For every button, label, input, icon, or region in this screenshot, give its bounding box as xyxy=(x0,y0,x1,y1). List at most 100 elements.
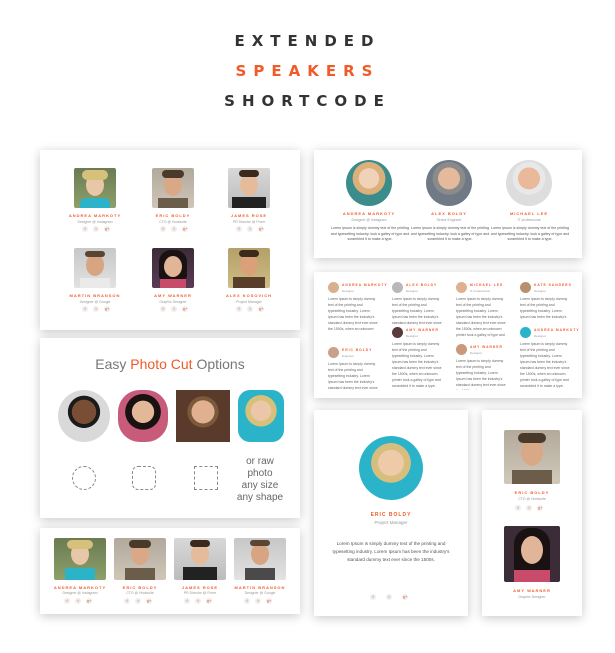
speaker-photo xyxy=(228,248,270,288)
google-plus-icon[interactable]: g+ xyxy=(182,306,188,312)
facebook-icon[interactable]: f xyxy=(184,598,190,604)
facebook-icon[interactable]: f xyxy=(236,306,242,312)
speaker-role: Designer xyxy=(406,289,419,293)
speaker-name: AMY WARNER xyxy=(470,345,503,349)
google-plus-icon[interactable]: g+ xyxy=(266,598,272,604)
speaker-avatar xyxy=(328,347,339,358)
raw-line: any size xyxy=(241,480,279,491)
speaker-bio: Lorem Ipsum is simply dummy text of the … xyxy=(328,297,378,331)
twitter-icon[interactable]: t xyxy=(247,226,253,232)
speaker-photo xyxy=(346,160,392,206)
social-links: f t g+ xyxy=(124,598,152,604)
speaker-name: ANDREA MARKOTY xyxy=(534,328,580,332)
speaker-name: MARTIN BRANSON xyxy=(69,293,121,298)
facebook-icon[interactable]: f xyxy=(160,226,166,232)
cut-circle-photo xyxy=(58,390,110,442)
social-links: f t g+ xyxy=(244,598,272,604)
rounded-square-shape-icon xyxy=(132,466,156,490)
speaker-photo xyxy=(152,248,194,288)
speaker-role: Engineer xyxy=(342,354,355,358)
speaker-bio: Lorem Ipsum is simply dummy text of the … xyxy=(410,226,490,241)
speaker-role: CTO @ Hootsuite xyxy=(159,220,187,224)
twitter-icon[interactable]: t xyxy=(386,594,392,600)
twitter-icon[interactable]: t xyxy=(255,598,261,604)
cut-rounded-photo xyxy=(118,390,168,442)
cut-rounded-square-photo xyxy=(238,390,284,442)
social-links: f t g+ xyxy=(370,594,408,600)
facebook-icon[interactable]: f xyxy=(244,598,250,604)
speaker-role: IT professional xyxy=(470,289,490,293)
google-plus-icon[interactable]: g+ xyxy=(86,598,92,604)
speaker-avatar xyxy=(456,344,467,355)
speaker-bio: Lorem Ipsum is simply dummy text of the … xyxy=(456,297,506,337)
speaker-role: Graphic Designer xyxy=(518,595,546,599)
title-line-3: SHORTCODE xyxy=(224,92,391,110)
speaker-avatar xyxy=(456,282,467,293)
twitter-icon[interactable]: t xyxy=(195,598,201,604)
speaker-name: AMY WARNER xyxy=(406,328,439,332)
speaker-photo xyxy=(228,168,270,208)
google-plus-icon[interactable]: g+ xyxy=(206,598,212,604)
speaker-name: ERIC BOLDY xyxy=(370,512,412,518)
speaker-avatar xyxy=(520,282,531,293)
social-links: f t g+ xyxy=(82,306,110,312)
facebook-icon[interactable]: f xyxy=(64,598,70,604)
speaker-role: Project Manager xyxy=(374,520,408,525)
speaker-role: Designer xyxy=(534,289,547,293)
google-plus-icon[interactable]: g+ xyxy=(537,505,543,511)
speaker-role: Designer xyxy=(534,334,547,338)
speaker-role: Designer xyxy=(470,351,483,355)
facebook-icon[interactable]: f xyxy=(236,226,242,232)
twitter-icon[interactable]: t xyxy=(75,598,81,604)
google-plus-icon[interactable]: g+ xyxy=(146,598,152,604)
speaker-name: JAMES ROSE xyxy=(230,213,268,218)
speaker-bio: Lorem Ipsum is simply dummy text of the … xyxy=(456,359,506,390)
twitter-icon[interactable]: t xyxy=(171,306,177,312)
speaker-name: ALEX KOSOVICH xyxy=(225,293,273,298)
speaker-name: ANDREA MARKOTY xyxy=(342,211,396,216)
speaker-bio: Lorem Ipsum is simply dummy text of the … xyxy=(328,362,378,390)
twitter-icon[interactable]: t xyxy=(247,306,253,312)
google-plus-icon[interactable]: g+ xyxy=(104,226,110,232)
speaker-photo xyxy=(426,160,472,206)
speaker-name: ERIC BOLDY xyxy=(342,348,373,352)
social-links: f t g+ xyxy=(160,306,188,312)
facebook-icon[interactable]: f xyxy=(515,505,521,511)
speaker-role: Designer xyxy=(406,334,419,338)
google-plus-icon[interactable]: g+ xyxy=(182,226,188,232)
twitter-icon[interactable]: t xyxy=(171,226,177,232)
speaker-role: Senior Engineer xyxy=(436,218,462,222)
social-links: f t g+ xyxy=(236,306,264,312)
grid-card: ANDREA MARKOTY Designer @ Instagram f t g+… xyxy=(40,150,300,330)
speaker-name: KATE SANDERS xyxy=(534,283,572,287)
google-plus-icon[interactable]: g+ xyxy=(258,226,264,232)
speaker-photo xyxy=(504,430,560,484)
speaker-photo xyxy=(506,160,552,206)
speaker-role: Designer @ Google xyxy=(79,300,111,304)
speaker-photo xyxy=(152,168,194,208)
title-line-1: EXTENDED xyxy=(234,32,381,50)
speaker-photo xyxy=(504,526,560,582)
twitter-icon[interactable]: t xyxy=(93,226,99,232)
twitter-icon[interactable]: t xyxy=(135,598,141,604)
title-accent: Photo Cut xyxy=(130,356,193,372)
twitter-icon[interactable]: t xyxy=(93,306,99,312)
title-text: Options xyxy=(192,356,245,372)
google-plus-icon[interactable]: g+ xyxy=(104,306,110,312)
google-plus-icon[interactable]: g+ xyxy=(258,306,264,312)
speaker-bio: Lorem Ipsum is simply dummy text of the … xyxy=(490,226,570,241)
circle-shape-icon xyxy=(72,466,96,490)
twitter-icon[interactable]: t xyxy=(526,505,532,511)
facebook-icon[interactable]: f xyxy=(160,306,166,312)
facebook-icon[interactable]: f xyxy=(82,226,88,232)
speaker-name: ANDREA MARKOTY xyxy=(342,283,388,287)
speaker-photo xyxy=(114,538,166,580)
speaker-bio: Lorem Ipsum is simply dummy text of the … xyxy=(520,297,568,319)
speaker-role: PR Director @ Fiverr xyxy=(232,220,266,224)
google-plus-icon[interactable]: g+ xyxy=(402,594,408,600)
facebook-icon[interactable]: f xyxy=(124,598,130,604)
raw-line: any shape xyxy=(236,492,284,503)
speaker-role: IT professional xyxy=(517,218,541,222)
facebook-icon[interactable]: f xyxy=(82,306,88,312)
facebook-icon[interactable]: f xyxy=(370,594,376,600)
